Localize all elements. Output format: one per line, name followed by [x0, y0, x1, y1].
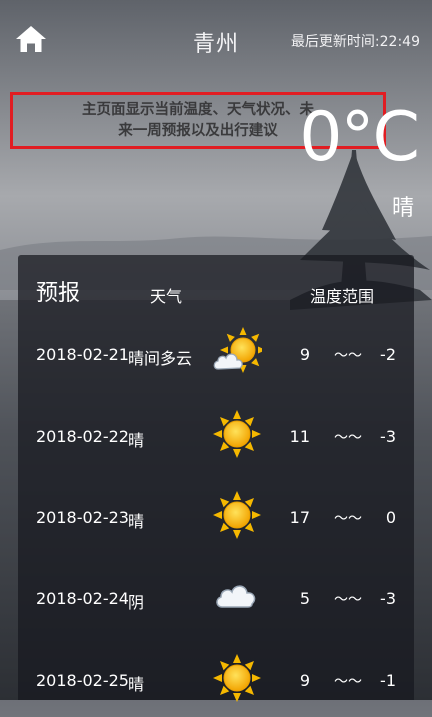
- forecast-weather-text: 晴: [128, 512, 145, 531]
- forecast-date: 2018-02-22: [36, 427, 129, 446]
- sun-icon: [212, 653, 262, 703]
- forecast-row: 2018-02-21 晴间多云 9 ～～ -2: [18, 327, 414, 391]
- forecast-high-temp: 17: [289, 508, 310, 527]
- last-update-time: 最后更新时间:22:49: [290, 34, 420, 50]
- forecast-low-temp: -2: [380, 345, 396, 364]
- weather-column-header: 天气: [150, 287, 183, 306]
- forecast-row: 2018-02-23 晴 17 ～～ 0: [18, 491, 414, 554]
- partly-cloudy-icon: [212, 327, 266, 377]
- forecast-weather-text: 晴: [128, 675, 145, 694]
- forecast-date: 2018-02-23: [36, 508, 129, 527]
- forecast-high-temp: 9: [299, 345, 310, 364]
- forecast-date: 2018-02-25: [36, 671, 129, 690]
- current-temperature: 0°C: [299, 98, 420, 177]
- forecast-high-temp: 9: [299, 671, 310, 690]
- forecast-date: 2018-02-24: [36, 589, 129, 608]
- forecast-weather-text: 晴间多云: [128, 349, 193, 368]
- current-condition: 晴: [391, 196, 414, 221]
- forecast-panel: 预报 天气 温度范围 2018-02-21 晴间多云 9 ～～ -2 2018-…: [18, 255, 414, 702]
- range-separator: ～～: [334, 511, 362, 527]
- range-separator: ～～: [334, 430, 362, 446]
- forecast-low-temp: -1: [380, 671, 396, 690]
- temperature-range-header: 温度范围: [310, 287, 375, 306]
- forecast-row: 2018-02-24 阴 5 ～～ -3: [18, 575, 414, 635]
- forecast-title: 预报: [36, 281, 81, 306]
- sun-icon: [212, 409, 262, 459]
- forecast-weather-text: 阴: [128, 593, 145, 612]
- forecast-low-temp: 0: [385, 508, 396, 527]
- forecast-low-temp: -3: [380, 589, 396, 608]
- cloud-icon: [212, 571, 262, 621]
- forecast-date: 2018-02-21: [36, 345, 129, 364]
- range-separator: ～～: [334, 674, 362, 690]
- forecast-header: 预报 天气 温度范围: [18, 255, 414, 325]
- range-separator: ～～: [334, 592, 362, 608]
- forecast-row: 2018-02-22 晴 11 ～～ -3: [18, 410, 414, 473]
- top-bar: 青州 最后更新时间:22:49: [0, 0, 432, 80]
- sun-icon: [212, 490, 262, 540]
- range-separator: ～～: [334, 348, 362, 364]
- forecast-high-temp: 11: [289, 427, 310, 446]
- forecast-row: 2018-02-25 晴 9 ～～ -1: [18, 654, 414, 717]
- forecast-low-temp: -3: [380, 427, 396, 446]
- forecast-weather-text: 晴: [128, 431, 145, 450]
- forecast-high-temp: 5: [299, 589, 310, 608]
